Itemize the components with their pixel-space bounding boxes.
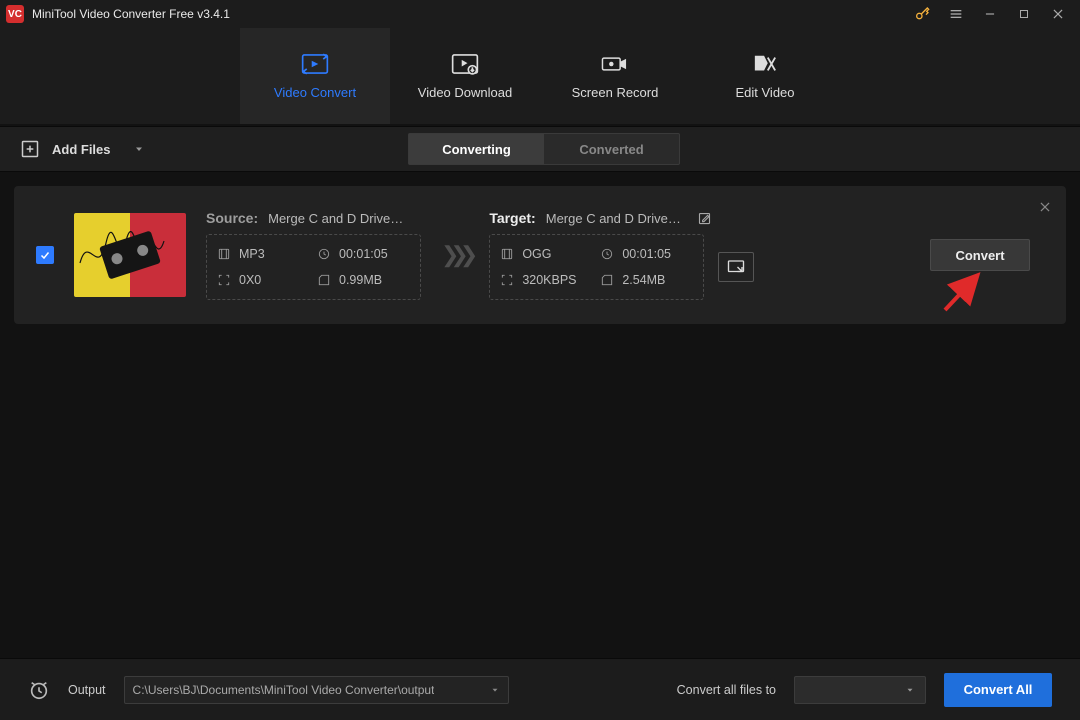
tab-label: Edit Video: [735, 85, 794, 100]
annotation-arrow-icon: [939, 272, 983, 312]
source-filename: Merge C and D Drive…: [268, 211, 403, 226]
record-icon: [601, 53, 629, 75]
tab-video-convert[interactable]: Video Convert: [240, 28, 390, 124]
target-block: Target: Merge C and D Drive… OGG: [489, 210, 754, 300]
content-area: Source: Merge C and D Drive… MP3 00:01:0…: [0, 172, 1080, 658]
window-controls: [914, 6, 1074, 22]
source-duration: 00:01:05: [317, 247, 425, 261]
add-files-icon: [20, 139, 40, 159]
caret-down-icon: [490, 685, 500, 695]
source-details: MP3 00:01:05 0X0 0.99MB: [206, 234, 421, 300]
add-files-label: Add Files: [52, 142, 111, 157]
conversion-arrow-icon: ❯❯❯: [441, 242, 469, 268]
target-preset-button[interactable]: [718, 252, 754, 282]
caret-down-icon: [905, 685, 915, 695]
target-label: Target:: [489, 210, 535, 226]
segment-converted[interactable]: Converted: [544, 134, 679, 164]
item-thumbnail: [74, 213, 186, 297]
add-files-button[interactable]: Add Files: [20, 139, 145, 159]
window-title: MiniTool Video Converter Free v3.4.1: [32, 7, 914, 21]
alarm-icon[interactable]: [28, 679, 50, 701]
convert-button[interactable]: Convert: [930, 239, 1030, 271]
source-format: MP3: [217, 247, 317, 261]
edit-target-icon[interactable]: [697, 210, 713, 226]
target-bitrate: 320KBPS: [500, 273, 600, 287]
tab-video-download[interactable]: Video Download: [390, 28, 540, 124]
source-resolution: 0X0: [217, 273, 317, 287]
main-nav: Video Convert Video Download Screen Reco…: [0, 28, 1080, 124]
download-icon: [451, 53, 479, 75]
footer-bar: Output C:\Users\BJ\Documents\MiniTool Vi…: [0, 658, 1080, 720]
target-size: 2.54MB: [600, 273, 708, 287]
tab-label: Video Convert: [274, 85, 356, 100]
minimize-button[interactable]: [982, 6, 998, 22]
convert-status-segment: Converting Converted: [408, 133, 680, 165]
edit-video-icon: [751, 53, 779, 75]
tab-edit-video[interactable]: Edit Video: [690, 28, 840, 124]
output-path-value: C:\Users\BJ\Documents\MiniTool Video Con…: [133, 683, 435, 697]
conversion-item: Source: Merge C and D Drive… MP3 00:01:0…: [14, 186, 1066, 324]
maximize-button[interactable]: [1016, 6, 1032, 22]
item-checkbox[interactable]: [36, 246, 54, 264]
convert-icon: [301, 53, 329, 75]
source-size: 0.99MB: [317, 273, 425, 287]
convert-all-button[interactable]: Convert All: [944, 673, 1052, 707]
caret-down-icon: [133, 143, 145, 155]
menu-icon[interactable]: [948, 6, 964, 22]
app-logo-icon: VC: [6, 5, 24, 23]
convert-to-label: Convert all files to: [677, 683, 776, 697]
source-block: Source: Merge C and D Drive… MP3 00:01:0…: [206, 210, 421, 300]
target-duration: 00:01:05: [600, 247, 708, 261]
close-button[interactable]: [1050, 6, 1066, 22]
app-window: VC MiniTool Video Converter Free v3.4.1: [0, 0, 1080, 720]
toolbar: Add Files Converting Converted: [0, 126, 1080, 172]
target-details: OGG 00:01:05 320KBPS 2.54MB: [489, 234, 704, 300]
remove-item-button[interactable]: [1038, 200, 1052, 214]
target-filename: Merge C and D Drive…: [546, 211, 681, 226]
source-label: Source:: [206, 210, 258, 226]
output-label: Output: [68, 683, 106, 697]
key-icon[interactable]: [914, 6, 930, 22]
target-format: OGG: [500, 247, 600, 261]
tab-label: Screen Record: [572, 85, 659, 100]
segment-converting[interactable]: Converting: [409, 134, 544, 164]
convert-to-select[interactable]: [794, 676, 926, 704]
tab-label: Video Download: [418, 85, 512, 100]
titlebar: VC MiniTool Video Converter Free v3.4.1: [0, 0, 1080, 28]
tab-screen-record[interactable]: Screen Record: [540, 28, 690, 124]
output-path-select[interactable]: C:\Users\BJ\Documents\MiniTool Video Con…: [124, 676, 509, 704]
